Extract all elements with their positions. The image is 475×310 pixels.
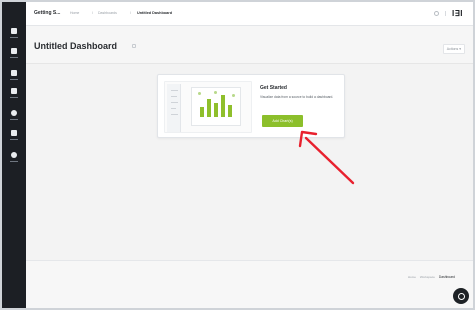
get-started-title: Get Started bbox=[260, 85, 287, 91]
breadcrumb-home[interactable]: Home bbox=[70, 11, 79, 15]
settings-icon bbox=[11, 110, 17, 116]
breadcrumb-separator: / bbox=[130, 11, 131, 15]
annotation-arrow bbox=[298, 130, 355, 185]
sidebar-item-user[interactable] bbox=[2, 130, 26, 146]
sidebar-item-help[interactable] bbox=[2, 152, 26, 168]
sidebar-item-home[interactable] bbox=[2, 28, 26, 44]
footer-crumb-current: Dashboard bbox=[438, 275, 455, 279]
footer-crumb-workspace[interactable]: Workspace bbox=[420, 275, 435, 279]
app-logo: I∃I bbox=[452, 9, 463, 18]
top-bar: Getting S... Home / Dashboards / Untitle… bbox=[26, 2, 473, 26]
chart-icon bbox=[11, 70, 17, 76]
data-icon bbox=[11, 88, 17, 94]
sidebar bbox=[2, 2, 26, 308]
breadcrumb-current: Untitled Dashboard bbox=[137, 11, 173, 15]
sidebar-item-chart[interactable] bbox=[2, 70, 26, 86]
get-started-description: Visualize data from a source to build a … bbox=[260, 95, 334, 99]
help-icon bbox=[11, 152, 17, 158]
sidebar-item-settings[interactable] bbox=[2, 110, 26, 126]
app-brand[interactable]: Getting S... bbox=[34, 10, 60, 16]
illustration-chart bbox=[191, 87, 241, 126]
actions-button[interactable]: Actions ▾ bbox=[442, 44, 465, 54]
breadcrumb-separator: / bbox=[92, 11, 93, 15]
divider bbox=[445, 11, 446, 16]
sidebar-item-data[interactable] bbox=[2, 88, 26, 104]
dashboard-illustration bbox=[164, 81, 252, 133]
footer-crumb-home[interactable]: Home bbox=[408, 275, 416, 279]
footer: Home Workspace Dashboard bbox=[26, 260, 473, 308]
dashboard-canvas: Get Started Visualize data from a source… bbox=[26, 64, 473, 260]
app-window: Getting S... Home / Dashboards / Untitle… bbox=[0, 0, 475, 310]
page-title[interactable]: Untitled Dashboard bbox=[34, 41, 117, 51]
notifications-icon[interactable] bbox=[434, 11, 439, 16]
illustration-sidebar bbox=[167, 84, 181, 132]
chat-button[interactable] bbox=[453, 288, 469, 304]
add-chart-button[interactable]: Add Chart(s) bbox=[262, 115, 303, 127]
grid-icon bbox=[11, 48, 17, 54]
user-icon bbox=[11, 130, 17, 136]
footer-breadcrumb: Home Workspace Dashboard bbox=[408, 275, 455, 279]
home-icon bbox=[11, 28, 17, 34]
edit-icon[interactable] bbox=[132, 44, 136, 48]
chat-icon bbox=[457, 292, 465, 300]
top-actions: I∃I bbox=[434, 9, 463, 18]
main-content: Getting S... Home / Dashboards / Untitle… bbox=[26, 2, 473, 308]
sidebar-item-grid[interactable] bbox=[2, 48, 26, 64]
breadcrumb-dashboards[interactable]: Dashboards bbox=[98, 11, 117, 15]
dashboard-header: Untitled Dashboard Actions ▾ bbox=[26, 26, 473, 64]
